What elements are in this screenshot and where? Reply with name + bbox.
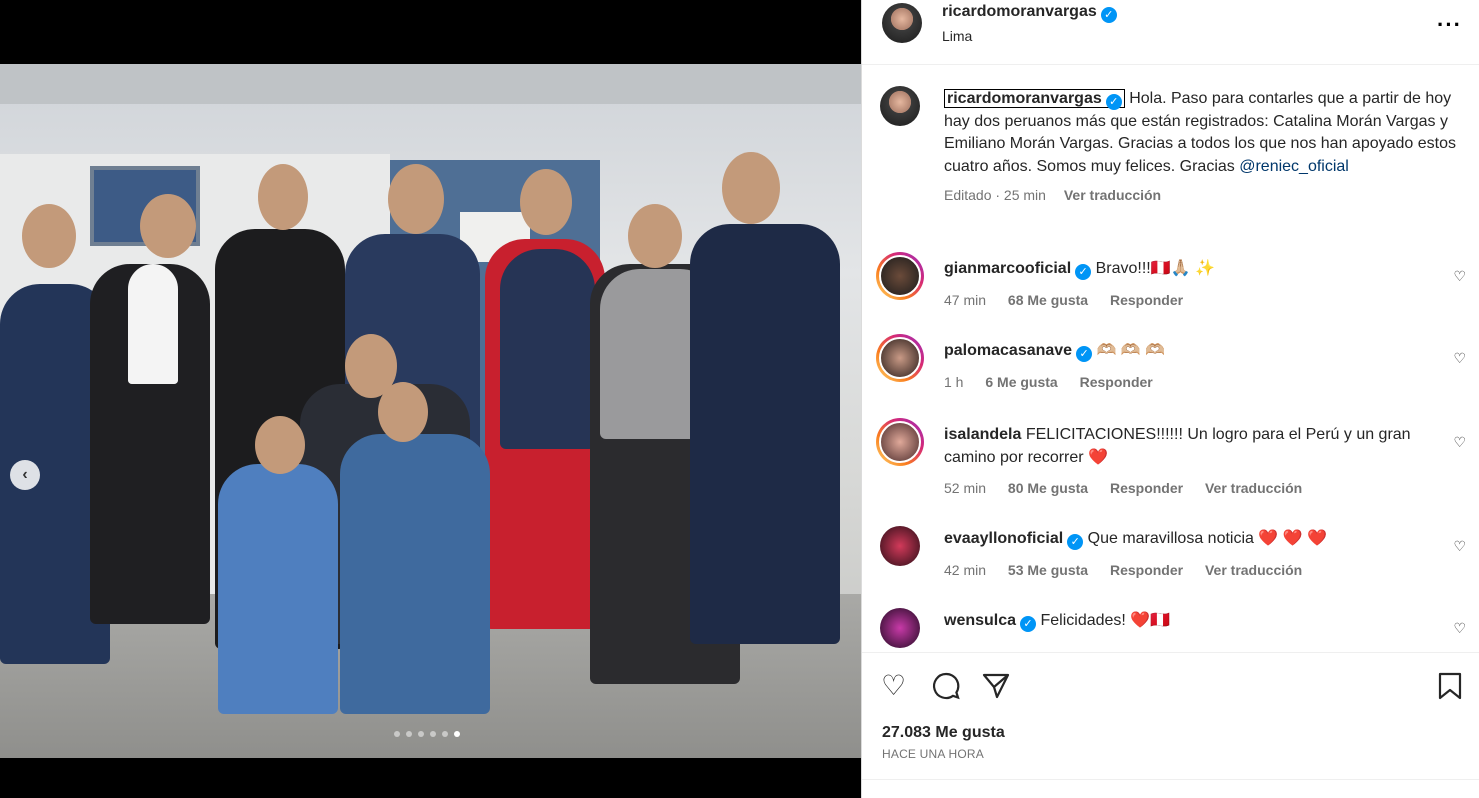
comment-time: 52 min	[944, 480, 987, 496]
post-location[interactable]: Lima	[942, 28, 972, 44]
post-side-panel: ricardomoranvargas ✓ Lima ··· ricardomora…	[861, 0, 1479, 798]
bookmark-icon[interactable]	[1436, 671, 1464, 707]
share-icon[interactable]	[981, 671, 1011, 707]
carousel-dots	[394, 731, 460, 737]
carousel-dot	[430, 731, 436, 737]
comment-like-heart-icon[interactable]: ♡	[1453, 268, 1466, 285]
post-media: ‹	[0, 0, 861, 798]
comment-likes[interactable]: 53 Me gusta	[1008, 562, 1088, 578]
comment-username[interactable]: isalandela	[944, 426, 1021, 443]
carousel-dot-active	[454, 731, 460, 737]
post-timestamp: HACE UNA HORA	[882, 747, 984, 761]
comment-username[interactable]: palomacasanave	[944, 342, 1072, 359]
comment-icon[interactable]	[931, 671, 961, 707]
verified-badge-icon: ✓	[1020, 616, 1037, 632]
comment-like-heart-icon[interactable]: ♡	[1453, 538, 1466, 555]
carousel-dot	[394, 731, 400, 737]
comment-like-heart-icon[interactable]: ♡	[1453, 350, 1466, 367]
comment-username[interactable]: evaayllonoficial	[944, 530, 1063, 547]
caption-mention-link[interactable]: @reniec_oficial	[1239, 158, 1349, 175]
instagram-post-view: ‹ ricardomoranvargas ✓ Lima ··· ricardomo…	[0, 0, 1479, 798]
verified-badge-icon: ✓	[1100, 7, 1117, 23]
heart-icon[interactable]: ♡	[881, 671, 906, 701]
comment-translate-link[interactable]: Ver traducción	[1205, 562, 1302, 578]
comment-reply-button[interactable]: Responder	[1080, 374, 1153, 390]
comment-reply-button[interactable]: Responder	[1110, 292, 1183, 308]
comment-likes[interactable]: 80 Me gusta	[1008, 480, 1088, 496]
comment-emoji: ❤️	[1088, 448, 1108, 466]
comment-translate-link[interactable]: Ver traducción	[1205, 480, 1302, 496]
verified-badge-icon: ✓	[1067, 534, 1084, 550]
verified-badge-icon: ✓	[1105, 94, 1122, 110]
chevron-left-icon: ‹	[22, 466, 28, 483]
caption-avatar[interactable]	[880, 86, 920, 126]
post-actions-bar: ♡ 27.083 Me gusta HACE UNA HORA	[862, 652, 1479, 798]
author-username[interactable]: ricardomoranvargas	[942, 3, 1097, 20]
comment-likes[interactable]: 68 Me gusta	[1008, 292, 1088, 308]
comment-text: Que maravillosa noticia	[1087, 530, 1254, 547]
comment-item: wensulca ✓ Felicidades! ❤️🇵🇪 ♡	[880, 606, 1470, 650]
comment-username[interactable]: wensulca	[944, 612, 1016, 629]
comment-time: 42 min	[944, 561, 987, 578]
comment-like-heart-icon[interactable]: ♡	[1453, 620, 1466, 637]
comment-time: 1 h	[944, 373, 964, 390]
comment-text: Felicidades!	[1040, 612, 1126, 629]
comment-avatar[interactable]	[876, 418, 924, 466]
comment-reply-button[interactable]: Responder	[1110, 562, 1183, 578]
carousel-dot	[418, 731, 424, 737]
comment-avatar[interactable]	[876, 252, 924, 300]
comment-emoji: 🇵🇪🙏🏼 ✨	[1150, 260, 1215, 277]
comment-avatar[interactable]	[876, 334, 924, 382]
carousel-prev-button[interactable]: ‹	[10, 460, 40, 490]
post-likes-count[interactable]: 27.083 Me gusta	[882, 724, 1005, 742]
more-options-icon[interactable]: ···	[1437, 12, 1462, 38]
verified-badge-icon: ✓	[1076, 346, 1093, 362]
post-photo: ‹	[0, 64, 861, 758]
caption-translate-link[interactable]: Ver traducción	[1064, 187, 1161, 203]
comment-username[interactable]: gianmarcooficial	[944, 260, 1071, 277]
carousel-dot	[406, 731, 412, 737]
author-avatar[interactable]	[882, 3, 922, 43]
comment-text: Bravo!!!	[1095, 260, 1151, 277]
caption-edited: Editado · 25 min	[944, 187, 1046, 203]
comment-avatar[interactable]	[880, 526, 920, 566]
comment-emoji: ❤️🇵🇪	[1130, 612, 1171, 629]
post-header: ricardomoranvargas ✓ Lima ···	[862, 0, 1479, 65]
comment-likes[interactable]: 6 Me gusta	[985, 374, 1057, 390]
comment-time: 47 min	[944, 291, 987, 308]
verified-badge-icon: ✓	[1075, 264, 1092, 280]
comment-emoji: 🫶🏼 🫶🏼 🫶🏼	[1096, 342, 1166, 359]
comment-like-heart-icon[interactable]: ♡	[1453, 434, 1466, 451]
comment-reply-button[interactable]: Responder	[1110, 480, 1183, 496]
caption-username[interactable]: ricardomoranvargas ✓	[944, 89, 1125, 110]
comment-emoji: ❤️ ❤️ ❤️	[1258, 530, 1328, 547]
comment-avatar[interactable]	[880, 608, 920, 648]
carousel-dot	[442, 731, 448, 737]
